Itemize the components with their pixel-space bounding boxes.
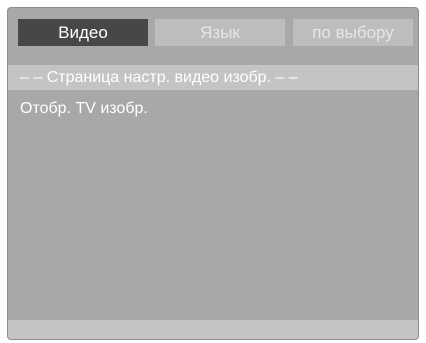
tab-bar: Видео Язык по выбору: [8, 8, 418, 61]
tab-preferences[interactable]: по выбору: [293, 19, 413, 46]
menu-item-tv-display[interactable]: Отобр. TV изобр.: [20, 97, 148, 121]
tab-video[interactable]: Видео: [18, 19, 148, 46]
page-title-bar: – – Страница настр. видео изобр. – –: [8, 65, 418, 90]
tab-language[interactable]: Язык: [155, 19, 285, 46]
setup-menu-panel: Видео Язык по выбору – – Страница настр.…: [7, 7, 419, 340]
status-bar: [8, 320, 418, 339]
